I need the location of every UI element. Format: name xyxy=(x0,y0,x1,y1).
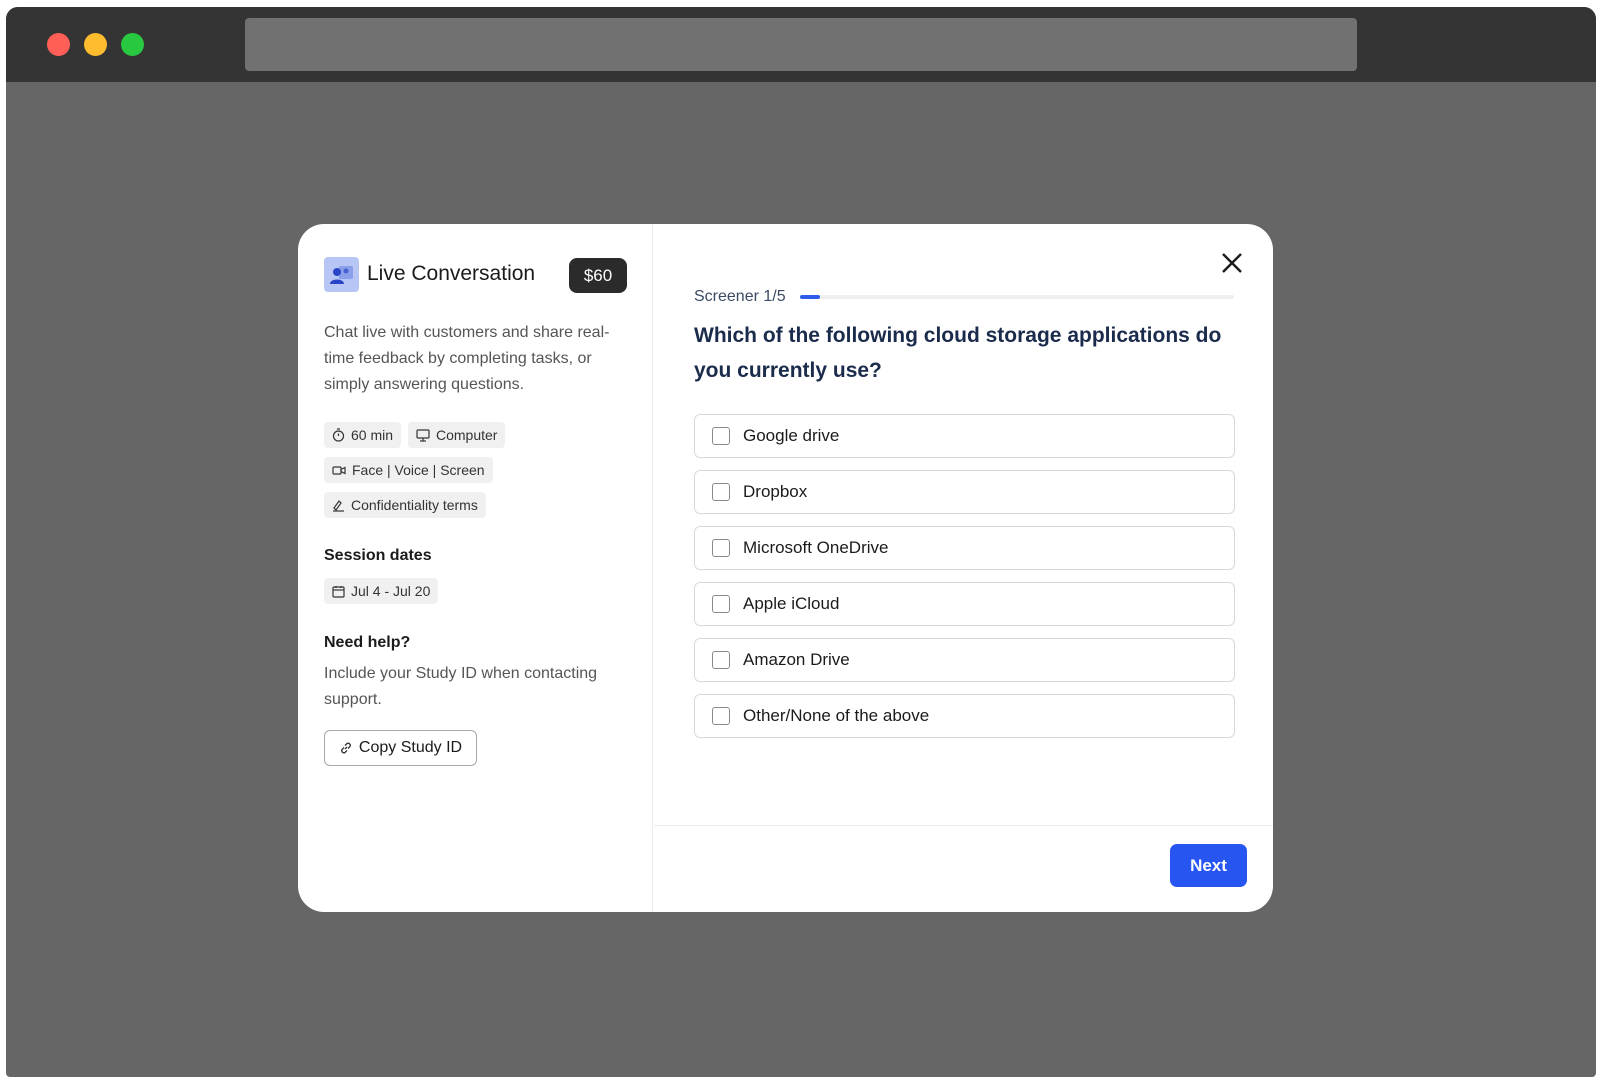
study-modal: Live Conversation $60 Chat live with cus… xyxy=(298,224,1273,912)
calendar-icon xyxy=(332,585,345,598)
copy-study-id-button[interactable]: Copy Study ID xyxy=(324,730,477,766)
browser-titlebar xyxy=(6,7,1596,82)
checkbox[interactable] xyxy=(712,707,730,725)
duration-label: 60 min xyxy=(351,427,394,443)
confidentiality-chip: Confidentiality terms xyxy=(324,492,486,518)
option-label: Amazon Drive xyxy=(743,650,850,669)
timer-icon xyxy=(332,428,345,442)
option-label: Apple iCloud xyxy=(743,594,840,613)
option-label: Google drive xyxy=(743,426,840,445)
option-label: Microsoft OneDrive xyxy=(743,538,889,557)
confidentiality-label[interactable]: Confidentiality terms xyxy=(351,497,478,513)
signature-icon xyxy=(333,499,344,512)
price-badge: $60 xyxy=(569,258,627,293)
screener-question: Which of the following cloud storage app… xyxy=(694,324,1222,382)
dates-chip: Jul 4 - Jul 20 xyxy=(324,578,439,604)
study-details-panel: Live Conversation $60 Chat live with cus… xyxy=(298,224,653,912)
window-maximize-dot[interactable] xyxy=(121,33,144,56)
screener-progress-fill xyxy=(800,295,820,299)
screener-step-label: Screener 1/5 xyxy=(694,288,786,305)
close-icon[interactable] xyxy=(1219,250,1245,276)
copy-study-id-label: Copy Study ID xyxy=(358,739,463,756)
option-label: Dropbox xyxy=(743,482,808,501)
checkbox[interactable] xyxy=(712,483,730,501)
window-minimize-dot[interactable] xyxy=(84,33,107,56)
option-dropbox[interactable]: Dropbox xyxy=(694,470,1235,514)
option-amazon-drive[interactable]: Amazon Drive xyxy=(694,638,1235,682)
recording-chip: Face | Voice | Screen xyxy=(324,457,493,483)
checkbox[interactable] xyxy=(712,427,730,445)
option-label: Other/None of the above xyxy=(743,706,930,725)
dates-label: Jul 4 - Jul 20 xyxy=(351,583,431,599)
need-help-heading: Need help? xyxy=(324,634,411,651)
option-other-none[interactable]: Other/None of the above xyxy=(694,694,1235,738)
session-dates-heading: Session dates xyxy=(324,547,432,564)
duration-chip: 60 min xyxy=(324,422,402,448)
video-camera-icon xyxy=(332,465,346,475)
link-icon xyxy=(341,742,351,754)
study-title: Live Conversation xyxy=(367,262,536,285)
option-apple-icloud[interactable]: Apple iCloud xyxy=(694,582,1235,626)
window-close-dot[interactable] xyxy=(47,33,70,56)
option-microsoft-onedrive[interactable]: Microsoft OneDrive xyxy=(694,526,1235,570)
device-chip: Computer xyxy=(408,422,506,448)
device-label: Computer xyxy=(436,427,498,443)
address-bar[interactable] xyxy=(245,18,1357,71)
study-description: Chat live with customers and share real-… xyxy=(324,324,610,393)
monitor-icon xyxy=(416,428,430,442)
option-google-drive[interactable]: Google drive xyxy=(694,414,1235,458)
screener-panel: Screener 1/5 Which of the following clou… xyxy=(654,224,1273,912)
help-text: Include your Study ID when contacting su… xyxy=(324,665,598,708)
checkbox[interactable] xyxy=(712,651,730,669)
screener-progress-bar xyxy=(800,295,1234,299)
checkbox[interactable] xyxy=(712,539,730,557)
recording-label: Face | Voice | Screen xyxy=(352,462,485,478)
people-icon xyxy=(324,257,359,292)
next-button[interactable]: Next xyxy=(1170,844,1247,887)
checkbox[interactable] xyxy=(712,595,730,613)
modal-footer: Next xyxy=(654,825,1273,912)
